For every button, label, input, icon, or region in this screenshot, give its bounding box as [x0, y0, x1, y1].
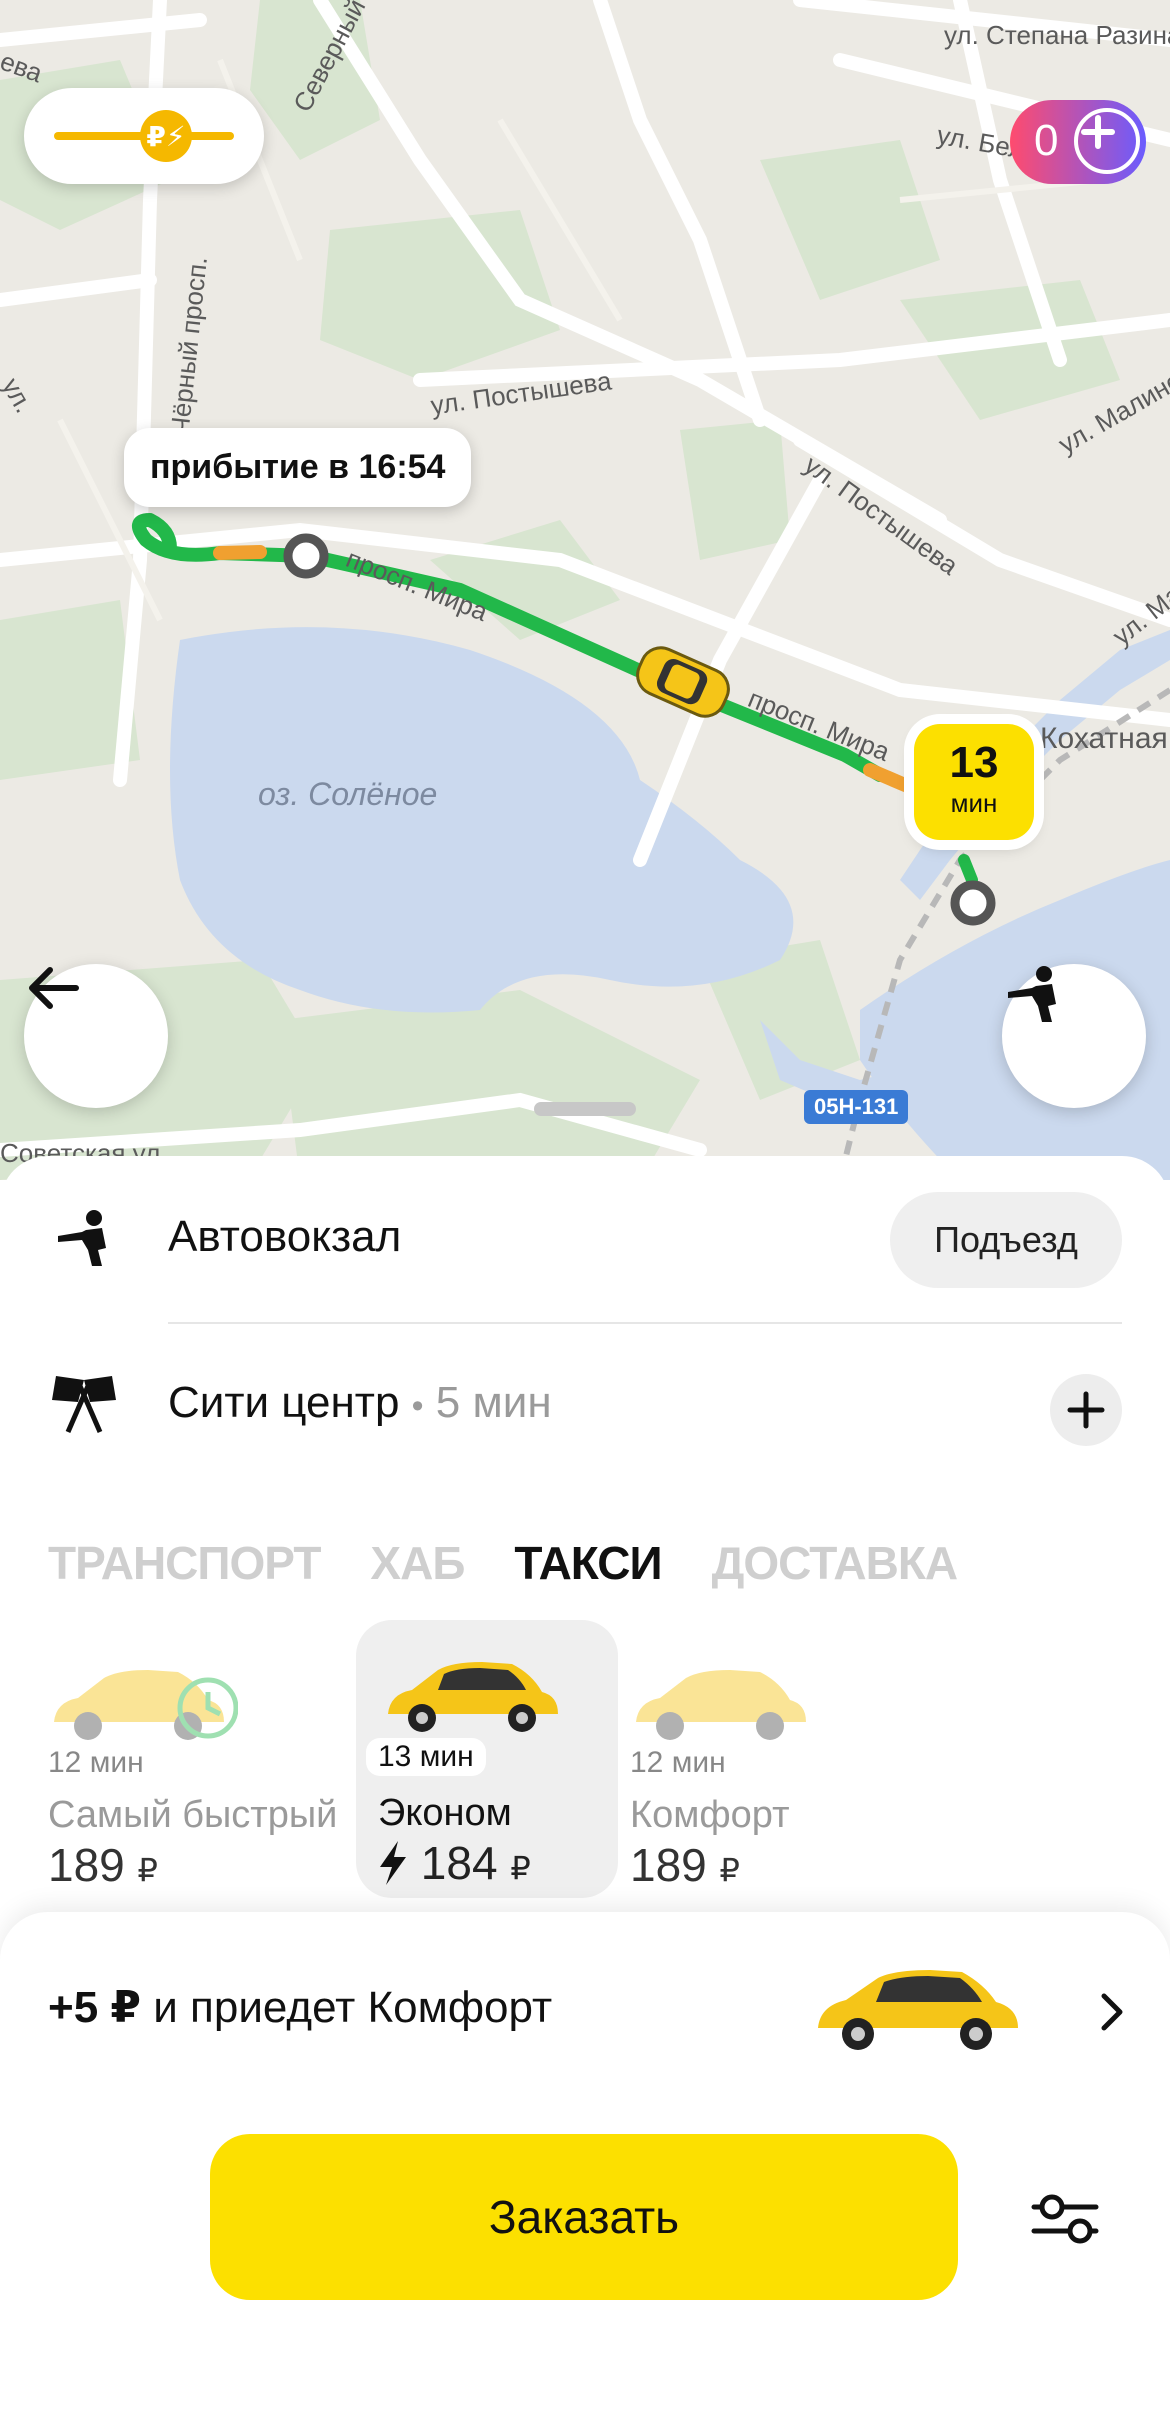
route-to-label: Сити центр • 5 мин — [168, 1378, 552, 1428]
road-sign: 05Н-131 — [804, 1090, 909, 1124]
route-from-label: Автовокзал — [168, 1212, 402, 1261]
upsell-label: и приедет Комфорт — [141, 1983, 553, 2032]
upsell-panel: +5 ₽ и приедет Комфорт Заказать — [0, 1912, 1170, 2430]
tariff-name: Комфорт — [630, 1794, 790, 1836]
pickup-point-button[interactable] — [1002, 964, 1146, 1108]
upsell-amount: +5 ₽ — [48, 1983, 142, 2032]
ruble-lightning-icon: ₽⚡ — [140, 110, 192, 162]
route-from-row[interactable]: Автовокзал Подъезд — [0, 1156, 1170, 1326]
lake-label: оз. Солёное — [258, 776, 438, 812]
divider — [168, 1322, 1122, 1324]
plus-icon — [1074, 108, 1140, 174]
tariff-time: 13 мин — [366, 1738, 486, 1776]
street-label: Кохатная — [1040, 722, 1168, 755]
plus-icon — [1067, 1391, 1105, 1429]
hailing-person-icon — [1008, 966, 1056, 1022]
tariff-economy[interactable]: 13 мин Эконом 184 ₽ — [356, 1620, 618, 1898]
route-to-row[interactable]: Сити центр • 5 мин — [0, 1326, 1170, 1496]
cashback-button[interactable]: ₽⚡ — [24, 88, 264, 184]
plus-points-value: 0 — [1034, 116, 1059, 165]
eta-badge: 13 мин — [914, 724, 1034, 840]
tariff-name: Самый быстрый — [48, 1794, 338, 1836]
car-icon — [54, 1670, 238, 1740]
entrance-button[interactable]: Подъезд — [890, 1192, 1122, 1288]
add-stop-button[interactable] — [1050, 1374, 1122, 1446]
arrival-bubble: прибытие в 16:54 — [124, 428, 472, 507]
eta-unit: мин — [950, 788, 998, 818]
tariff-fastest[interactable]: 12 мин Самый быстрый 189 ₽ — [48, 1634, 358, 1891]
order-settings-button[interactable] — [1020, 2174, 1110, 2264]
tab-taxi[interactable]: ТАКСИ — [514, 1536, 662, 1596]
finish-flags-icon — [46, 1366, 122, 1442]
lightning-icon — [380, 1841, 406, 1885]
comfort-car-icon — [818, 1970, 1018, 2050]
sheet-grabber[interactable] — [534, 1102, 636, 1116]
tab-transport[interactable]: ТРАНСПОРТ — [48, 1536, 321, 1596]
tariff-comfort[interactable]: 12 мин Комфорт 189 ₽ — [630, 1634, 850, 1891]
tariff-name: Эконом — [378, 1792, 512, 1834]
car-icon — [636, 1670, 806, 1740]
tariff-price: 189 ₽ — [630, 1838, 740, 1892]
plus-points-button[interactable]: 0 — [1010, 100, 1146, 184]
sliders-icon — [1031, 2194, 1099, 2244]
tariff-price: 184 ₽ — [378, 1836, 531, 1890]
car-icon — [388, 1662, 558, 1732]
tab-delivery[interactable]: ДОСТАВКА — [712, 1536, 959, 1596]
tariff-carousel: 12 мин Самый быстрый 189 ₽ 13 мин Эконом… — [0, 1620, 1170, 1898]
upsell-text: +5 ₽ и приедет Комфорт — [48, 1982, 552, 2033]
route-to-name: Сити центр — [168, 1378, 400, 1427]
tariff-price-value: 184 — [420, 1837, 498, 1889]
tariff-price-value: 189 — [48, 1839, 125, 1891]
order-button[interactable]: Заказать — [210, 2134, 958, 2300]
map[interactable]: ул. Степана Разина ул. Белинского Северн… — [0, 0, 1170, 1180]
route-to-duration: 5 мин — [435, 1378, 552, 1427]
arrow-left-icon — [29, 967, 79, 1009]
back-button[interactable] — [24, 964, 168, 1108]
tariff-price-value: 189 — [630, 1839, 707, 1891]
separator-dot: • — [411, 1387, 424, 1425]
tariff-time: 12 мин — [630, 1746, 726, 1779]
currency-symbol: ₽ — [719, 1852, 740, 1888]
eta-value: 13 — [949, 738, 999, 787]
street-label: ул. Степана Разина — [944, 20, 1170, 50]
tariff-price: 189 ₽ — [48, 1838, 158, 1892]
tab-hub[interactable]: ХАБ — [370, 1536, 465, 1596]
hailing-person-icon — [46, 1200, 122, 1276]
currency-symbol: ₽ — [510, 1850, 531, 1886]
category-tabs: ТРАНСПОРТ ХАБ ТАКСИ ДОСТАВКА — [48, 1536, 959, 1596]
tariff-time: 12 мин — [48, 1746, 144, 1779]
chevron-right-icon — [1101, 1993, 1123, 2031]
currency-symbol: ₽ — [137, 1852, 158, 1888]
